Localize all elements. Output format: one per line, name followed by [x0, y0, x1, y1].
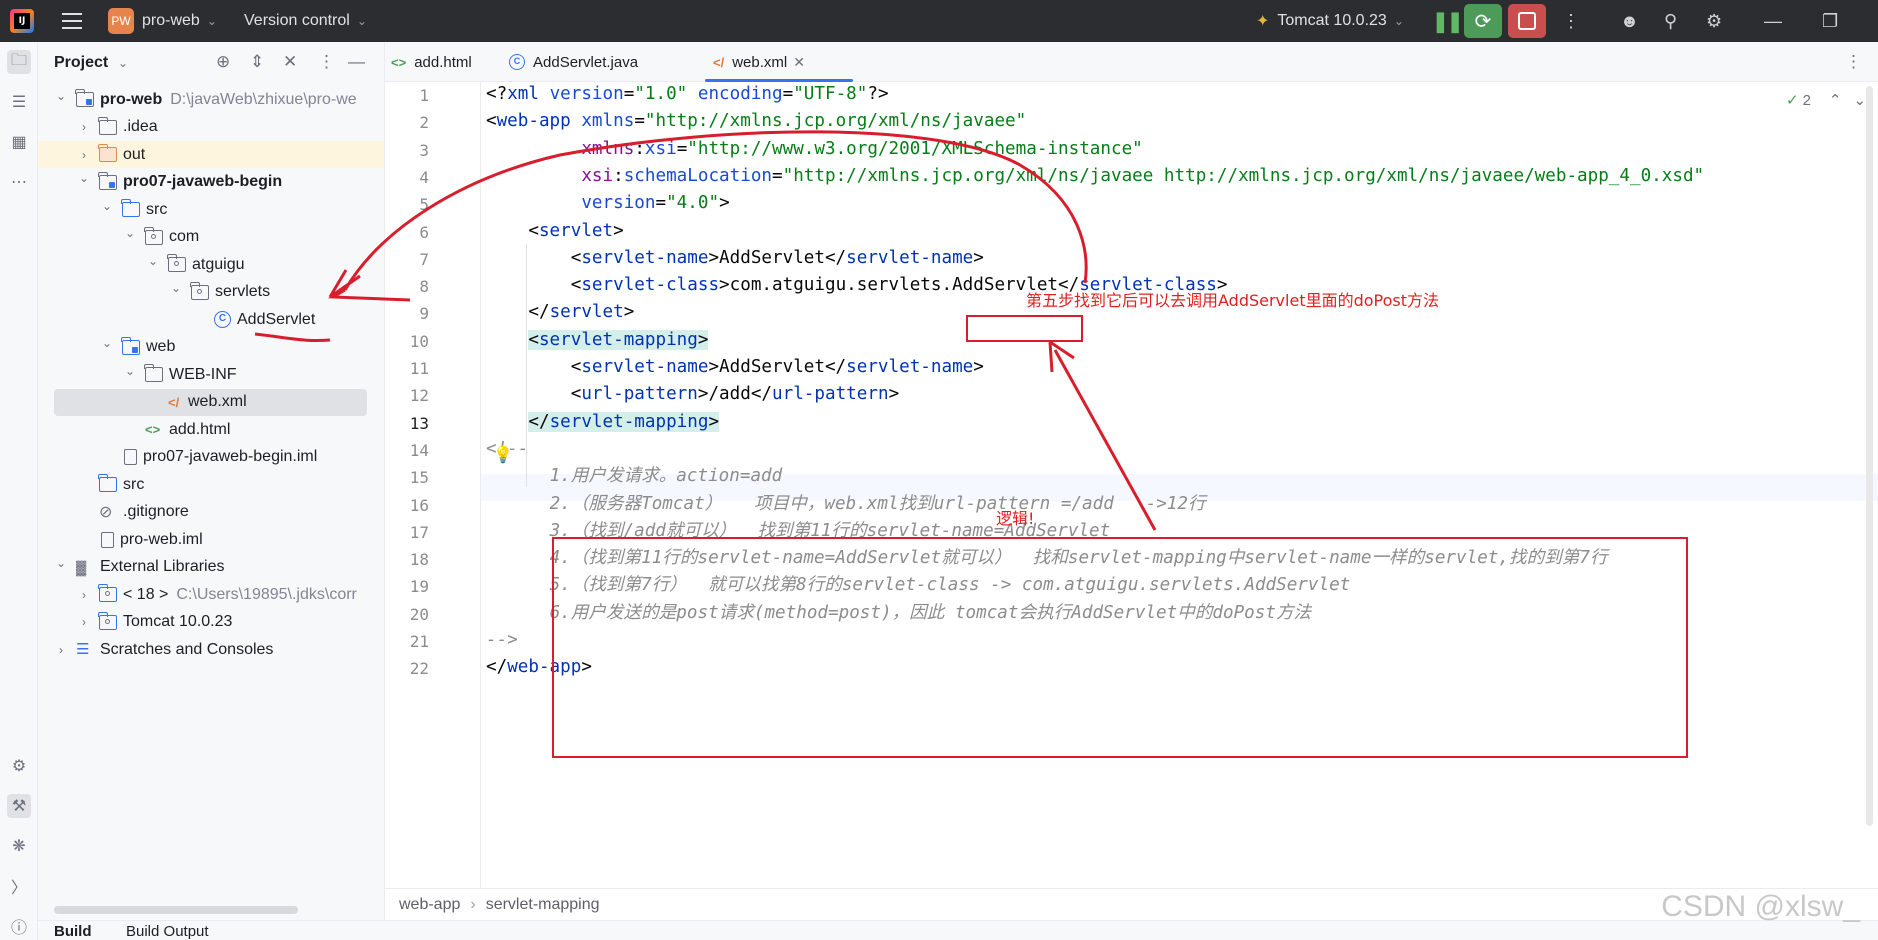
underline-addservlet [254, 332, 331, 343]
chevron-right-icon: › [470, 895, 476, 913]
arrowhead [1048, 340, 1075, 373]
breadcrumb-item[interactable]: web-app [399, 896, 460, 914]
arrow-to-servlets [327, 288, 411, 302]
breadcrumb-item[interactable]: servlet-mapping [486, 896, 600, 914]
arrow-to-addservlet [1053, 349, 1157, 531]
curved-arrow-path [343, 130, 1088, 291]
watermark: CSDN @xlsw_ [1661, 890, 1860, 923]
annotation-arrows [254, 130, 1157, 531]
tab-build-output[interactable]: Build Output [126, 923, 209, 940]
breadcrumb: web-app › servlet-mapping [385, 888, 1878, 920]
tab-build[interactable]: Build [54, 923, 92, 940]
bottom-tool-tabs: Build Build Output [38, 920, 1878, 940]
